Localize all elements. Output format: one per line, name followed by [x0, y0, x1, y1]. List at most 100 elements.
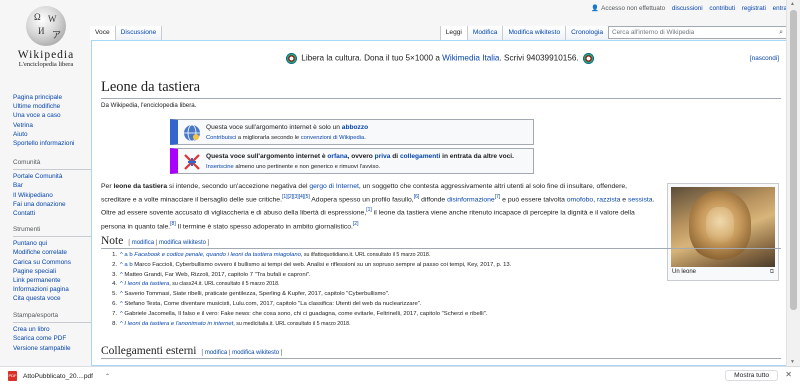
orphan-text: Questa voce sull'argomento internet è: [206, 153, 328, 160]
search-input[interactable]: Cerca all'interno di Wikipedia ⌕: [608, 26, 787, 39]
ref-link[interactable]: I leoni da tastiera e l'anonimato in int…: [124, 321, 233, 327]
ref-text: , su medicitalia.it. URL consultato il 5…: [233, 320, 351, 327]
tab-modifica-wikitesto[interactable]: Modifica wikitesto: [502, 26, 566, 40]
gergo-link[interactable]: gergo di Internet: [309, 183, 359, 190]
nav-link[interactable]: Sportello informazioni: [13, 139, 91, 148]
wikimedia-italia-icon: [582, 53, 594, 64]
enlarge-icon[interactable]: ⧉: [770, 269, 774, 276]
nav-link[interactable]: Fai una donazione: [13, 200, 91, 209]
scroll-up-icon[interactable]: ▲: [790, 1, 795, 7]
omofobo-link[interactable]: omofobo: [567, 196, 593, 203]
text: e: [620, 196, 628, 204]
backlink[interactable]: ^: [120, 311, 123, 317]
nav-tools: Strumenti Puntano qui Modifiche correlat…: [13, 225, 91, 304]
text: si intende, secondo un'accezione negativ…: [167, 183, 310, 190]
contribute-link[interactable]: Contribuisci: [206, 135, 236, 141]
conventions-link[interactable]: convenzioni di Wikipedia: [301, 135, 364, 141]
contributions-link[interactable]: contributi: [709, 5, 735, 12]
ref-number: 5.: [112, 291, 117, 298]
nav-link[interactable]: Modifiche correlate: [13, 248, 91, 257]
vertical-scrollbar[interactable]: ▲ ▼: [786, 0, 800, 366]
backlink[interactable]: ^ a b: [120, 262, 133, 268]
show-all-button[interactable]: Mostra tutto: [725, 370, 778, 381]
discussions-link[interactable]: discussioni: [672, 5, 703, 12]
tab-modifica[interactable]: Modifica: [466, 26, 503, 40]
nav-link[interactable]: Scarica come PDF: [13, 334, 91, 343]
stub-notice: Questa voce sull'argomento internet è so…: [170, 119, 534, 145]
tab-leggi[interactable]: Leggi: [439, 26, 467, 40]
pdf-icon: PDF: [8, 371, 17, 381]
reference-item: 8. ^ I leoni da tastiera e l'anonimato in…: [105, 320, 665, 330]
wikipedia-logo[interactable]: ΩW Иア Wikipedia L'enciclopedia libera: [6, 6, 86, 80]
razzista-link[interactable]: razzista: [597, 196, 620, 203]
nav-link[interactable]: Pagina principale: [13, 93, 91, 102]
scroll-down-icon[interactable]: ▼: [790, 359, 795, 365]
nav-link[interactable]: Vetrina: [13, 121, 91, 130]
backlink[interactable]: ^: [120, 321, 123, 327]
lion-image[interactable]: [671, 187, 775, 267]
nav-link[interactable]: Contatti: [13, 209, 91, 218]
text: Per: [101, 183, 114, 190]
backlink[interactable]: ^: [120, 301, 123, 307]
close-icon[interactable]: ✕: [785, 370, 792, 379]
nav-link[interactable]: Versione stampabile: [13, 344, 91, 353]
nav-link[interactable]: Pagine speciali: [13, 267, 91, 276]
nav-link[interactable]: Una voce a caso: [13, 111, 91, 120]
nav-link[interactable]: Portale Comunità: [13, 172, 91, 181]
stub-link[interactable]: abbozzo: [342, 124, 368, 131]
reference-link[interactable]: [1][2][3][4][5]: [282, 194, 310, 200]
insert-link[interactable]: Inseriscine: [206, 164, 234, 170]
nav-link[interactable]: Il Wikipediano: [13, 191, 91, 200]
reference-link[interactable]: [2]: [353, 221, 359, 227]
sessista-link[interactable]: sessista: [628, 196, 653, 203]
register-link[interactable]: registrati: [742, 5, 766, 12]
download-item[interactable]: PDF AttoPubblicato_20....pdf ⌃: [8, 370, 110, 382]
nav-link[interactable]: Puntano qui: [13, 239, 91, 248]
login-link[interactable]: entra: [773, 5, 787, 12]
tab-voce[interactable]: Voce: [90, 26, 116, 40]
nav-link[interactable]: Informazioni pagina: [13, 285, 91, 294]
edit-section-link[interactable]: modifica: [132, 240, 154, 246]
nav-link[interactable]: Crea un libro: [13, 325, 91, 334]
nav-main: Pagina principale Ultime modifiche Una v…: [13, 93, 91, 148]
nav-link[interactable]: Cita questa voce: [13, 294, 91, 303]
orphan-text-mid: , ovvero: [347, 153, 375, 160]
priva-link[interactable]: priva: [375, 153, 391, 160]
banner-link[interactable]: Wikimedia Italia: [442, 54, 499, 63]
heading-text: Collegamenti esterni: [101, 345, 197, 357]
nav-link[interactable]: Ultime modifiche: [13, 102, 91, 111]
nav-link[interactable]: Bar: [13, 181, 91, 190]
wikimedia-italia-icon: [286, 53, 298, 64]
nav-heading: Strumenti: [13, 225, 91, 238]
reference-item: 2. ^ a b Marco Faccioli, Cyberbullismo ov…: [105, 261, 665, 271]
backlink[interactable]: ^: [120, 291, 123, 297]
search-icon[interactable]: ⌕: [779, 27, 783, 38]
nav-link[interactable]: Carica su Commons: [13, 258, 91, 267]
hide-banner-link[interactable]: [nascondi]: [750, 55, 779, 62]
edit-wikitext-section-link[interactable]: modifica wikitesto: [232, 350, 279, 356]
stub-text: Questa voce sull'argomento internet è so…: [206, 124, 342, 131]
orphan-link[interactable]: orfana: [327, 153, 347, 160]
ref-number: 4.: [112, 281, 117, 288]
backlink[interactable]: ^ a b: [120, 252, 133, 258]
backlink[interactable]: ^: [120, 281, 123, 287]
nav-link[interactable]: Aiuto: [13, 130, 91, 139]
edit-wikitext-section-link[interactable]: modifica wikitesto: [159, 240, 206, 246]
nav-link[interactable]: Link permanente: [13, 276, 91, 285]
download-bar: PDF AttoPubblicato_20....pdf ⌃ Mostra tu…: [0, 366, 800, 385]
scrollbar-thumb[interactable]: [790, 10, 797, 310]
ref-link[interactable]: Facebook e codice penale, quando i leoni…: [134, 252, 301, 258]
heading-text: Note: [101, 235, 124, 247]
personal-tools: 👤 Accesso non effettuato discussioni cont…: [586, 4, 787, 12]
tab-cronologia[interactable]: Cronologia: [565, 26, 608, 40]
backlink[interactable]: ^: [120, 272, 123, 278]
chevron-up-icon[interactable]: ⌃: [105, 373, 110, 380]
ref-number: 7.: [112, 310, 117, 317]
banner-text-2: . Scrivi 94039910156.: [499, 53, 579, 63]
ref-link[interactable]: I leoni da tastiera: [124, 281, 169, 287]
tab-discussione[interactable]: Discussione: [115, 26, 163, 40]
collegamenti-link[interactable]: collegamenti: [400, 153, 440, 160]
edit-section-link[interactable]: modifica: [205, 350, 227, 356]
disinformazione-link[interactable]: disinformazione: [447, 196, 495, 203]
stub-line2: a migliorarla secondo le: [236, 135, 301, 141]
